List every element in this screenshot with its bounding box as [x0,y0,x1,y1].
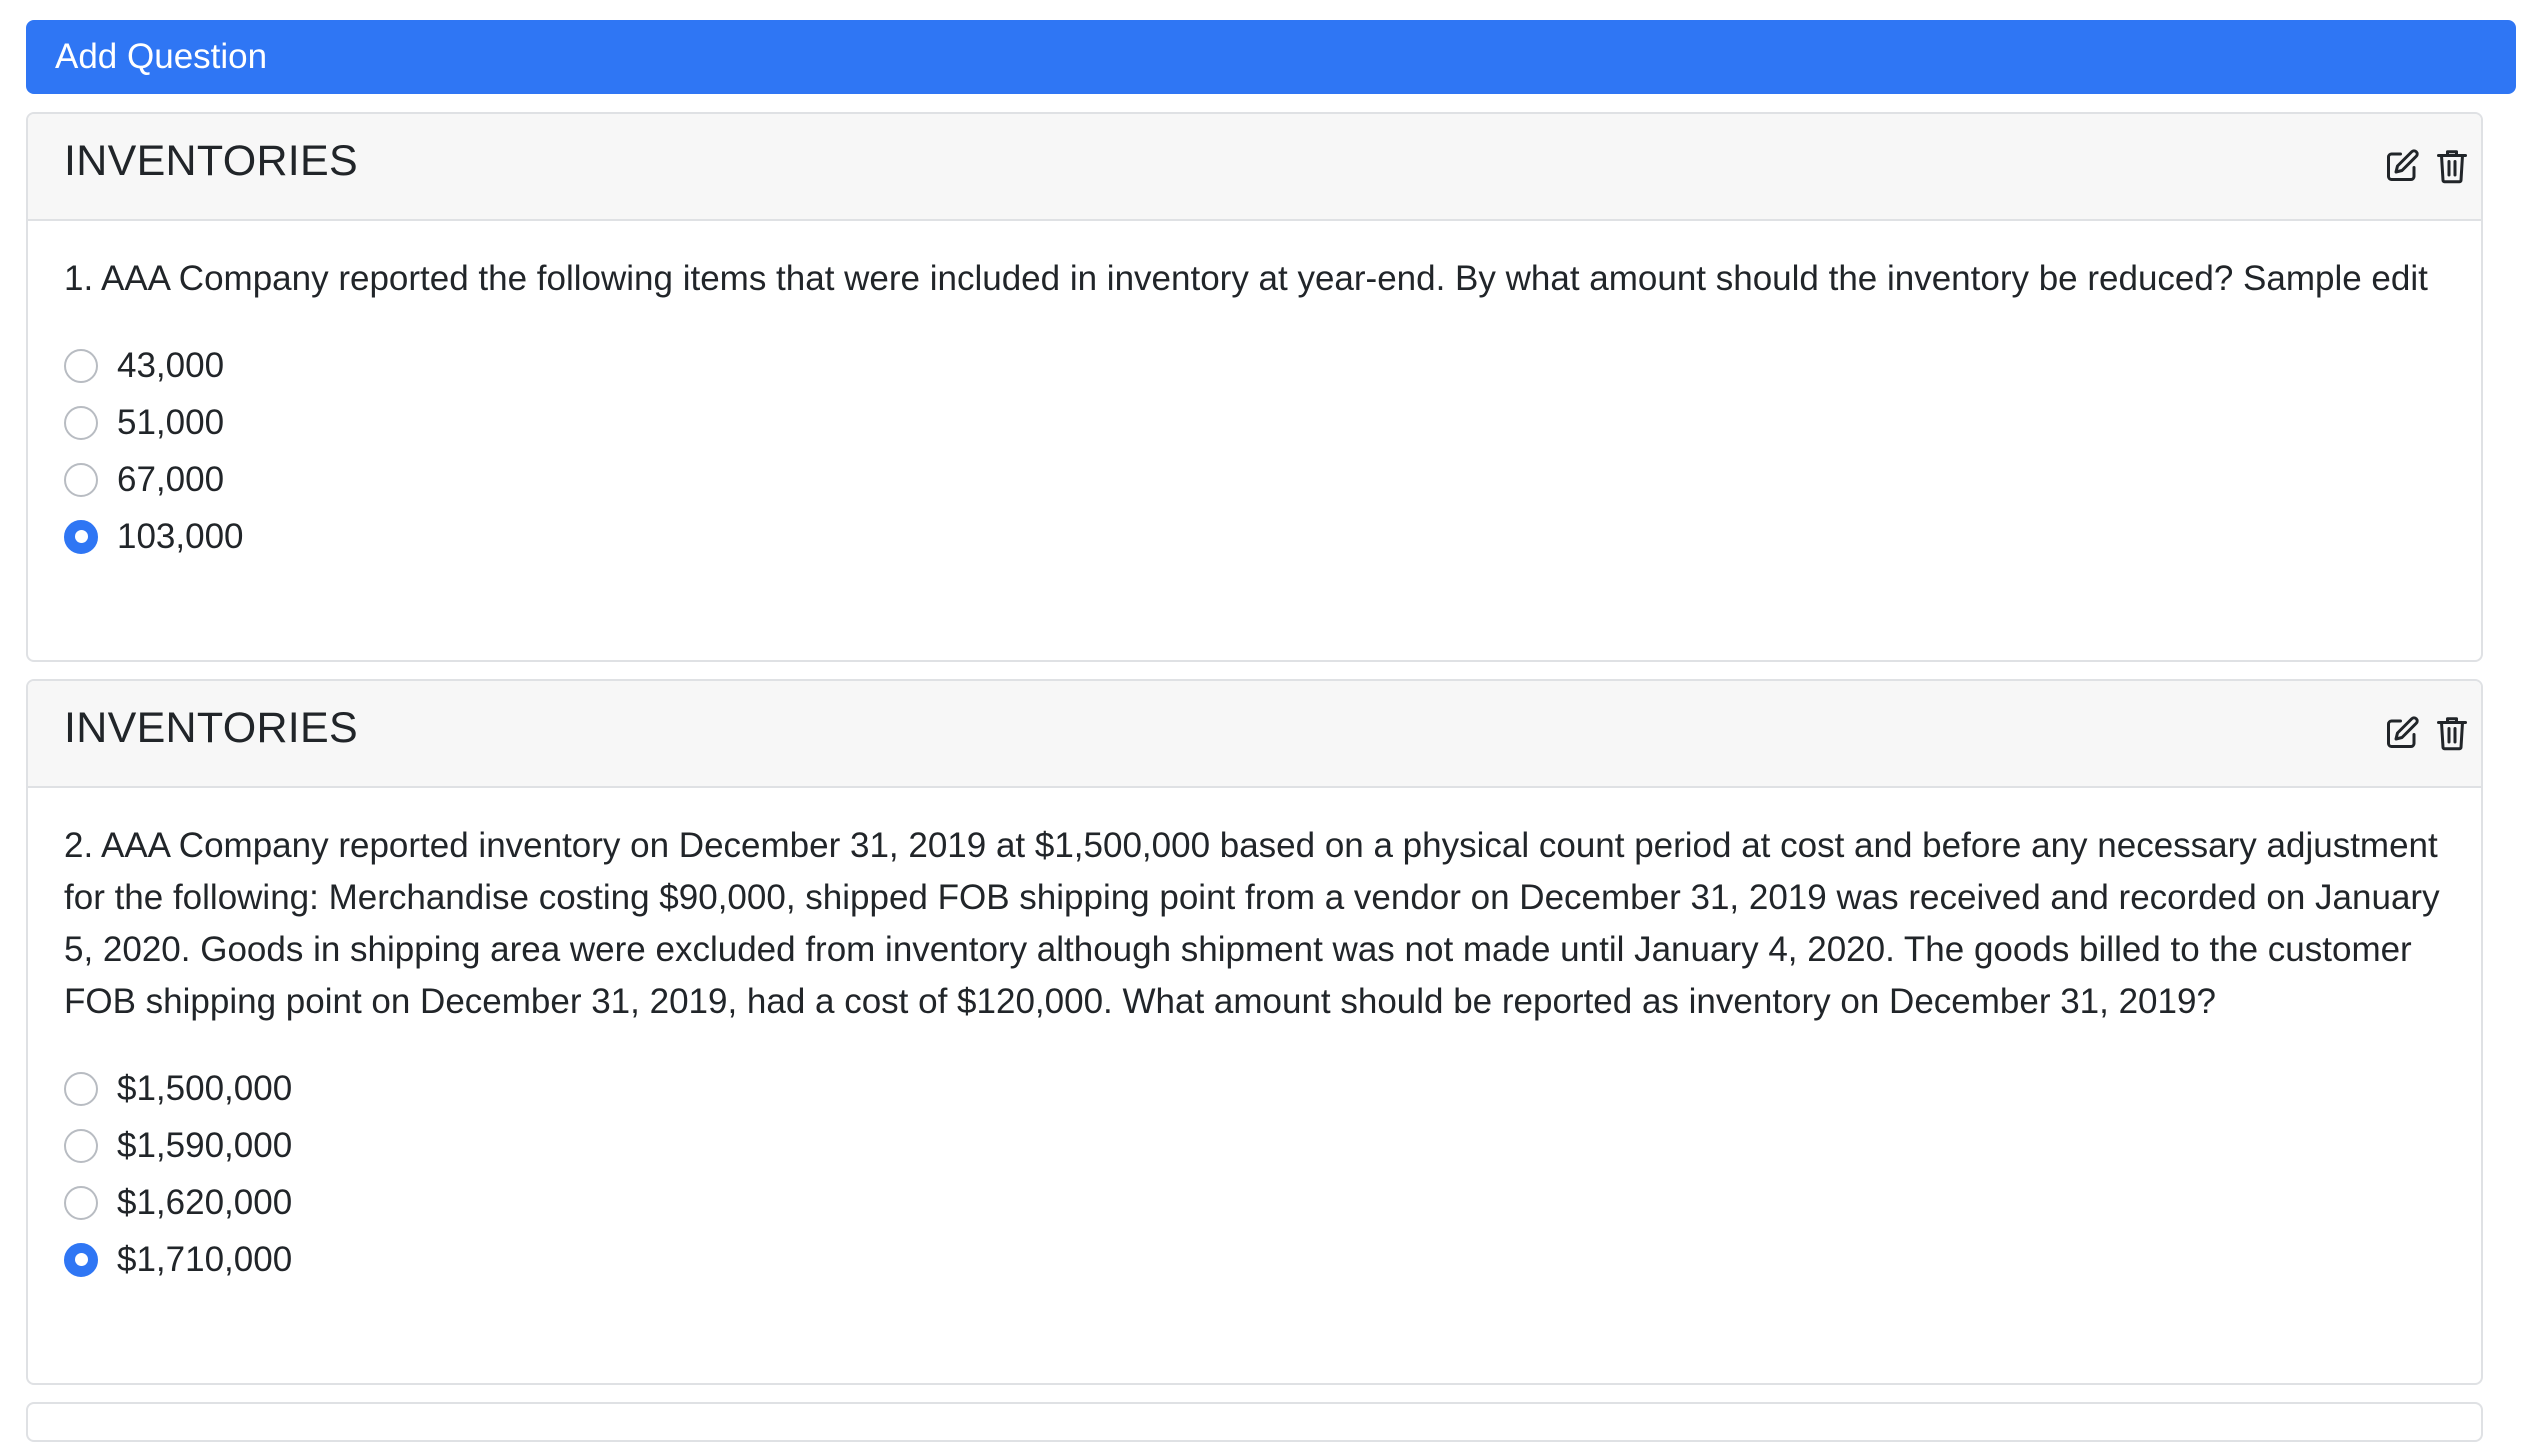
question-card: INVENTORIES 2. AAA Company reported inve… [26,679,2483,1385]
trash-icon[interactable] [2432,146,2472,186]
question-category-title: INVENTORIES [64,137,359,185]
answer-option[interactable]: $1,620,000 [64,1174,2445,1231]
radio-button[interactable] [64,1071,98,1106]
answer-option-label: 51,000 [117,402,225,442]
answer-option-label: 43,000 [117,345,225,385]
answer-option[interactable]: 51,000 [64,394,2445,451]
question-category-title: INVENTORIES [64,704,359,752]
answer-option[interactable]: 67,000 [64,451,2445,508]
question-card-header: INVENTORIES [28,681,2481,788]
question-card-body: 1. AAA Company reported the following it… [28,221,2481,565]
answer-options: 43,000 51,000 67,000 103,000 [64,337,2445,565]
radio-button[interactable] [64,1185,98,1220]
answer-option[interactable]: $1,590,000 [64,1117,2445,1174]
question-text: 2. AAA Company reported inventory on Dec… [64,826,2440,1021]
radio-button-selected[interactable] [64,1242,98,1277]
answer-option[interactable]: $1,710,000 [64,1231,2445,1288]
answer-option-label: 103,000 [117,516,244,556]
answer-option-label: 67,000 [117,459,225,499]
radio-button[interactable] [64,405,98,440]
add-question-button[interactable]: Add Question [26,20,2516,94]
question-card-header: INVENTORIES [28,114,2481,221]
trash-icon[interactable] [2432,713,2472,753]
answer-option[interactable]: 103,000 [64,508,2445,565]
edit-icon[interactable] [2382,146,2422,186]
question-card-partial [26,1402,2483,1442]
answer-option[interactable]: $1,500,000 [64,1060,2445,1117]
question-card: INVENTORIES 1. AAA Company reported the … [26,112,2483,662]
answer-option-label: $1,620,000 [117,1182,293,1222]
answer-option-label: $1,590,000 [117,1125,293,1165]
radio-button[interactable] [64,348,98,383]
radio-button-selected[interactable] [64,519,98,554]
answer-option-label: $1,710,000 [117,1239,293,1279]
radio-button[interactable] [64,462,98,497]
answer-options: $1,500,000 $1,590,000 $1,620,000 $1,710,… [64,1060,2445,1288]
edit-icon[interactable] [2382,713,2422,753]
answer-option-label: $1,500,000 [117,1068,293,1108]
question-card-body: 2. AAA Company reported inventory on Dec… [28,788,2481,1288]
question-text: 1. AAA Company reported the following it… [64,259,2428,298]
answer-option[interactable]: 43,000 [64,337,2445,394]
radio-button[interactable] [64,1128,98,1163]
